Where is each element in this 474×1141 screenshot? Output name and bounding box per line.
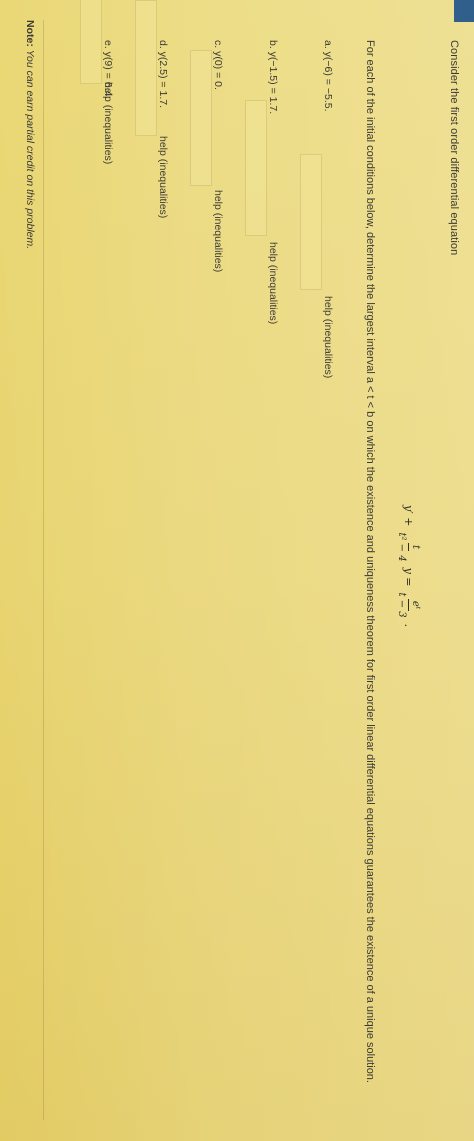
part-c-label: c. y(0) = 0. [212,40,224,90]
part-b: b. y(−1.5) = 1.7. help (inequalities) [229,20,279,440]
problem-instructions: For each of the initial conditions below… [364,40,376,1083]
equation-lhs-a: y′ + [402,505,416,527]
part-a-label: a. y(−6) = −5.5. [322,40,334,112]
equation-period: . [402,623,416,628]
rhs-numerator: eᵗ [408,598,422,612]
rhs-fraction: eᵗ t − 3 [397,591,422,620]
coefficient-denominator: t² − 4 [396,532,408,562]
partial-credit-note: Note: You can earn partial credit on thi… [24,20,36,249]
browser-tab-edge [454,0,474,22]
part-d-label: d. y(2.5) = 1.7. [157,40,169,108]
rhs-denominator: t − 3 [396,592,408,618]
part-d-help-link[interactable]: help (inequalities) [157,136,169,218]
equation-lhs-b: y = [402,567,416,587]
coefficient-numerator: t [408,542,422,552]
problem-panel: Consider the first order differential eq… [4,0,474,1120]
part-b-answer-input[interactable] [245,100,267,236]
note-text: You can earn partial credit on this prob… [24,46,36,250]
problem-intro: Consider the first order differential eq… [448,40,460,256]
part-c-help-link[interactable]: help (inequalities) [212,190,224,272]
note-label: Note: [24,20,36,47]
part-a-help-link[interactable]: help (inequalities) [322,296,334,378]
part-b-help-link[interactable]: help (inequalities) [267,242,279,324]
part-d-answer-input[interactable] [135,0,157,136]
differential-equation: y′ + t t² − 4 y = eᵗ t − 3 . [389,505,429,627]
part-e-answer-input[interactable] [80,0,102,84]
divider-line [43,20,44,1120]
part-c: c. y(0) = 0. help (inequalities) [174,20,224,440]
part-e: e. y(9) = 6.4. help (inequalities) [64,0,114,440]
part-c-answer-input[interactable] [190,50,212,186]
part-b-label: b. y(−1.5) = 1.7. [267,40,279,115]
part-a-answer-input[interactable] [300,154,322,290]
part-d: d. y(2.5) = 1.7. help (inequalities) [119,0,169,440]
part-a: a. y(−6) = −5.5. help (inequalities) [284,20,334,440]
part-e-help-link[interactable]: help (inequalities) [102,82,114,164]
coefficient-fraction: t t² − 4 [397,530,422,563]
